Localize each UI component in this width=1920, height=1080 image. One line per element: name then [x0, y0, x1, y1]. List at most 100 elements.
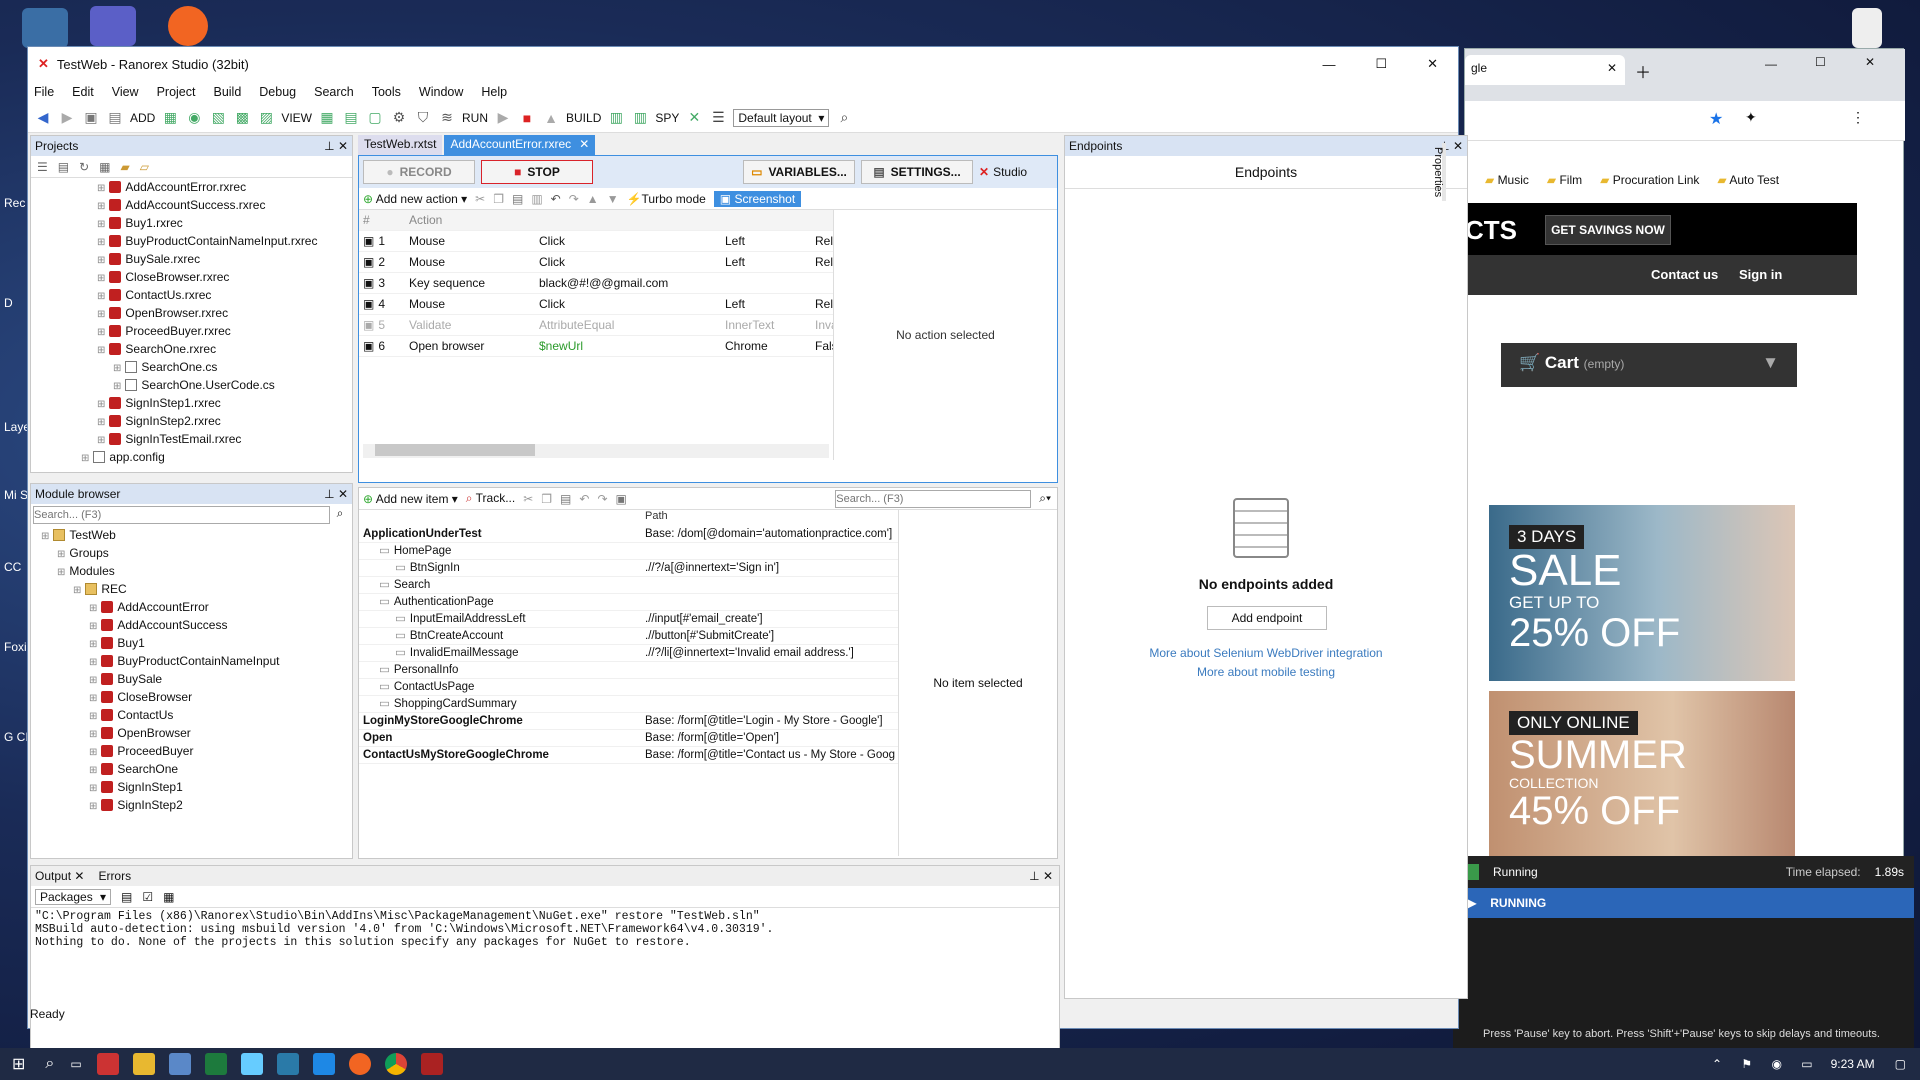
- expand-icon[interactable]: ⊞: [73, 585, 81, 596]
- view-label[interactable]: VIEW: [281, 111, 312, 125]
- app-teal-icon[interactable]: [276, 1053, 299, 1075]
- repo-row[interactable]: ▭ InvalidEmailMessage .//?/li[@innertext='…: [359, 645, 898, 662]
- tray-icons[interactable]: ⌃ ⚑ ◉ ▭: [1712, 1057, 1821, 1071]
- search-icon[interactable]: ⌕▾: [1039, 491, 1051, 506]
- expand-icon[interactable]: ⊞: [89, 693, 97, 704]
- view-folder-icon[interactable]: ▦: [318, 109, 336, 127]
- close-icon[interactable]: ✕: [338, 139, 348, 153]
- expand-icon[interactable]: ⊞: [97, 291, 105, 302]
- close-icon[interactable]: ✕: [1607, 61, 1617, 75]
- tree-item[interactable]: ⊞ AddAccountSuccess.rxrec: [35, 196, 352, 214]
- expand-icon[interactable]: ⊞: [41, 531, 49, 542]
- shield-icon[interactable]: ⛉: [414, 109, 432, 127]
- tree-item[interactable]: ⊞ app.config: [35, 448, 352, 466]
- app-blue-icon[interactable]: [168, 1053, 191, 1075]
- cut-icon[interactable]: ✂: [475, 192, 485, 206]
- expand-icon[interactable]: ⊞: [97, 273, 105, 284]
- promo-banner-2[interactable]: ONLY ONLINE SUMMER COLLECTION 45% OFF: [1489, 691, 1795, 859]
- expand-icon[interactable]: ⊞: [89, 657, 97, 668]
- menu-dots-icon[interactable]: ⋮: [1851, 109, 1865, 126]
- tree-item[interactable]: ⊞ AddAccountSuccess: [35, 616, 352, 634]
- redo-icon[interactable]: ↷: [569, 192, 579, 206]
- stop-icon[interactable]: ■: [518, 109, 536, 127]
- expand-icon[interactable]: ⊞: [89, 747, 97, 758]
- close-icon[interactable]: ✕: [1453, 139, 1463, 153]
- screenshot-toggle[interactable]: ▣ Screenshot: [713, 190, 802, 207]
- expand-icon[interactable]: ⊞: [89, 801, 97, 812]
- running-bar[interactable]: ▶ RUNNING: [1453, 888, 1914, 918]
- expand-icon[interactable]: ⊞: [89, 639, 97, 650]
- turbo-mode-toggle[interactable]: ⚡Turbo mode: [627, 192, 706, 206]
- computer-icon[interactable]: [22, 8, 68, 48]
- tree-item[interactable]: ⊞ BuyProductContainNameInput: [35, 652, 352, 670]
- clear-icon[interactable]: ▤: [121, 890, 132, 904]
- cart-block[interactable]: 🛒 Cart (empty) ▼: [1501, 343, 1797, 387]
- bookmark-item[interactable]: ▰ Auto Test: [1717, 173, 1779, 187]
- add-module-icon[interactable]: ▩: [233, 109, 251, 127]
- expand-icon[interactable]: ⊞: [113, 363, 121, 374]
- tree-item[interactable]: ⊞ SignInStep1.rxrec: [35, 394, 352, 412]
- bookmark-item[interactable]: ▰ Procuration Link: [1600, 173, 1699, 187]
- search-icon[interactable]: ⌕: [330, 506, 350, 524]
- contact-link[interactable]: Contact us: [1651, 267, 1718, 282]
- packages-select[interactable]: Packages ▾: [35, 888, 111, 905]
- view-icon[interactable]: ▦: [99, 160, 110, 174]
- delete-icon[interactable]: ▥: [531, 192, 542, 206]
- repo-row[interactable]: ContactUsMyStoreGoogleChrome Base: /form[…: [359, 747, 898, 764]
- variables-button[interactable]: ▭ VARIABLES...: [743, 160, 855, 184]
- file-icon[interactable]: [1852, 8, 1882, 48]
- properties-tab[interactable]: Properties: [1432, 143, 1446, 202]
- desktop-icon-label[interactable]: D: [4, 296, 13, 310]
- expand-icon[interactable]: ⊞: [97, 327, 105, 338]
- expand-icon[interactable]: ⊞: [89, 783, 97, 794]
- action-row[interactable]: ▣4 Mouse Click Left Rela: [359, 294, 833, 315]
- tree-item[interactable]: ⊞ SignInStep2.rxrec: [35, 412, 352, 430]
- layout-select[interactable]: Default layout ▾: [733, 108, 830, 127]
- expand-icon[interactable]: ⊞: [97, 399, 105, 410]
- properties-icon[interactable]: ▤: [58, 160, 69, 174]
- tree-item[interactable]: ⊞ SearchOne.cs: [35, 358, 352, 376]
- expand-icon[interactable]: ⊞: [89, 711, 97, 722]
- desktop-icon-label[interactable]: CC: [4, 560, 21, 574]
- maximize-icon[interactable]: ☐: [1375, 56, 1387, 72]
- collapse-icon[interactable]: ☰: [37, 160, 48, 174]
- tree-item[interactable]: ⊞ SearchOne: [35, 760, 352, 778]
- undo-icon[interactable]: ↶: [551, 192, 561, 206]
- repo-row[interactable]: ▭ ContactUsPage: [359, 679, 898, 696]
- bookmark-item[interactable]: ▰ Film: [1547, 173, 1582, 187]
- studio-button[interactable]: ✕ Studio: [979, 165, 1053, 179]
- menu-item-search[interactable]: Search: [314, 85, 354, 99]
- tree-item[interactable]: ⊞ ProceedBuyer.rxrec: [35, 322, 352, 340]
- app-orange-icon[interactable]: [168, 6, 208, 46]
- repo-row[interactable]: ▭ HomePage: [359, 543, 898, 560]
- copy-icon[interactable]: ❐: [493, 192, 504, 206]
- mobile-link[interactable]: More about mobile testing: [1065, 665, 1467, 679]
- repo-search-input[interactable]: [835, 489, 1032, 508]
- notifications-icon[interactable]: ▢: [1895, 1057, 1906, 1071]
- menu-item-help[interactable]: Help: [481, 85, 507, 99]
- expand-icon[interactable]: ⊞: [113, 381, 121, 392]
- tree-item[interactable]: ⊞ ContactUs.rxrec: [35, 286, 352, 304]
- add-code-icon[interactable]: ▧: [209, 109, 227, 127]
- stop-button[interactable]: ■ STOP: [481, 160, 593, 184]
- menu-item-build[interactable]: Build: [213, 85, 241, 99]
- menu-item-view[interactable]: View: [112, 85, 139, 99]
- app-red-icon[interactable]: [96, 1053, 119, 1075]
- tree-item[interactable]: ⊞ SignInStep2: [35, 796, 352, 814]
- expand-icon[interactable]: ⊞: [97, 435, 105, 446]
- view-doc-icon[interactable]: ▢: [366, 109, 384, 127]
- errors-tab[interactable]: Errors: [98, 869, 131, 883]
- add-label[interactable]: ADD: [130, 111, 155, 125]
- browser-tab-label[interactable]: gle: [1471, 61, 1487, 75]
- folder-icon[interactable]: ▰: [121, 160, 130, 174]
- repo-row[interactable]: ▭ BtnSignIn .//?/a[@innertext='Sign in']: [359, 560, 898, 577]
- menu-item-project[interactable]: Project: [157, 85, 196, 99]
- close-icon[interactable]: ✕: [338, 487, 348, 501]
- view-report-icon[interactable]: ▤: [342, 109, 360, 127]
- repo-row[interactable]: ▭ BtnCreateAccount .//button[#'SubmitCreat…: [359, 628, 898, 645]
- h-scrollbar[interactable]: [375, 444, 535, 456]
- desktop-icon-label[interactable]: Foxi: [4, 640, 27, 654]
- action-row[interactable]: ▣6 Open browser $newUrl Chrome False: [359, 336, 833, 357]
- minimize-icon[interactable]: —: [1765, 57, 1777, 71]
- star-icon[interactable]: ★: [1709, 109, 1723, 129]
